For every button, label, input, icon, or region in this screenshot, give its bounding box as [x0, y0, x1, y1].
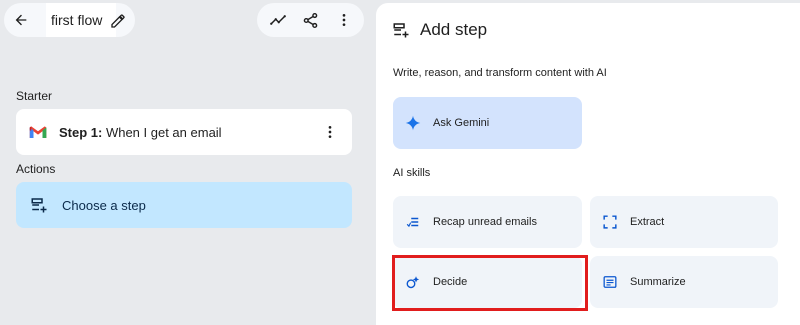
write-section-label: Write, reason, and transform content wit… — [393, 67, 607, 79]
skill-label: Recap unread emails — [433, 216, 537, 228]
step-number: Step 1: — [59, 124, 103, 140]
skill-recap-unread-emails[interactable]: Recap unread emails — [393, 196, 582, 248]
step-description: When I get an email — [102, 124, 222, 140]
back-button[interactable] — [4, 3, 38, 37]
more-vert-icon — [328, 126, 332, 138]
panel-header: Add step — [392, 20, 487, 40]
recap-icon — [405, 214, 421, 230]
choose-step-label: Choose a step — [62, 197, 146, 213]
starter-step-text: Step 1: When I get an email — [59, 125, 222, 140]
add-step-icon — [31, 198, 47, 213]
share-button[interactable] — [297, 6, 325, 34]
flow-title-bar: first flow — [4, 3, 135, 37]
add-step-icon — [393, 23, 409, 38]
ask-gemini-label: Ask Gemini — [433, 117, 490, 129]
step-more-button[interactable] — [318, 120, 342, 144]
more-vert-icon — [342, 14, 345, 26]
actions-label: Actions — [16, 162, 56, 176]
selection-highlight-box — [392, 255, 588, 311]
ask-gemini-tile[interactable]: Ask Gemini — [393, 97, 582, 149]
summarize-icon — [602, 274, 618, 290]
skill-label: Summarize — [630, 276, 686, 288]
pencil-icon — [111, 14, 125, 28]
skill-summarize[interactable]: Summarize — [590, 256, 778, 308]
arrow-left-icon — [15, 14, 27, 26]
share-icon — [303, 12, 318, 28]
skill-label: Extract — [630, 216, 665, 228]
more-options-button[interactable] — [330, 6, 358, 34]
gemini-sparkle-icon — [405, 115, 421, 131]
starter-label: Starter — [16, 89, 53, 103]
skill-extract[interactable]: Extract — [590, 196, 778, 248]
choose-step-card[interactable]: Choose a step — [16, 182, 352, 228]
starter-step-card[interactable]: Step 1: When I get an email — [16, 109, 352, 155]
ai-skills-label: AI skills — [393, 167, 431, 179]
panel-title: Add step — [420, 20, 488, 39]
flow-actions-bar — [257, 3, 364, 37]
flow-name-field[interactable]: first flow — [46, 3, 116, 37]
activity-button[interactable] — [264, 6, 292, 34]
edit-button[interactable] — [109, 12, 127, 30]
extract-icon — [602, 214, 618, 230]
gmail-icon — [29, 126, 47, 138]
trending-icon — [269, 15, 286, 25]
